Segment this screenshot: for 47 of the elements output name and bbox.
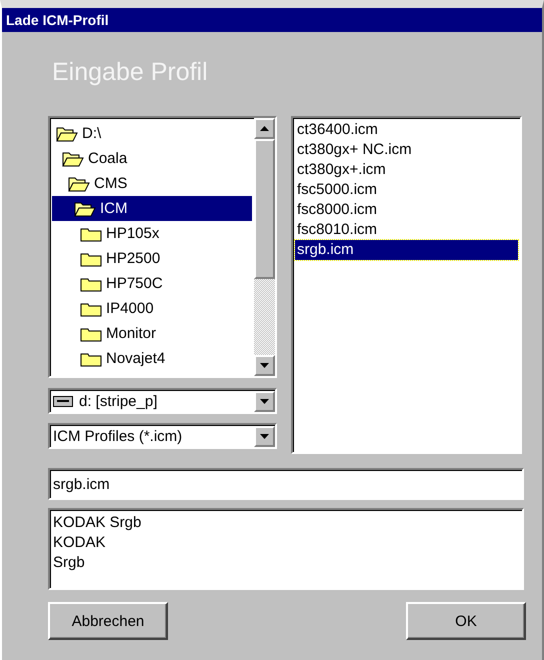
folder-item[interactable]: Coala [52,146,252,171]
folder-icon [80,276,102,292]
dropdown-button[interactable] [254,390,275,412]
folder-item[interactable]: Monitor [52,321,252,346]
folder-icon [80,300,102,316]
file-item[interactable]: fsc5000.icm [294,180,518,200]
open-folder-icon [68,176,90,192]
ok-button[interactable]: OK [406,602,526,640]
folder-icon [80,326,102,342]
scroll-down-button[interactable] [254,355,275,376]
file-item[interactable]: srgb.icm [294,240,518,260]
folder-item[interactable]: HP105x [52,221,252,246]
folder-item[interactable]: Novajet4 [52,346,252,371]
folder-item[interactable]: D:\ [52,121,252,146]
drive-dropdown[interactable]: d: [stripe_p] [48,388,277,414]
filter-dropdown[interactable]: ICM Profiles (*.icm) [48,423,277,449]
open-folder-icon [56,126,78,142]
folder-item[interactable]: HP750C [52,271,252,296]
scrollbar[interactable] [254,118,275,376]
folder-item[interactable]: ICM [52,196,252,221]
description-line: KODAK Srgb [53,513,142,533]
down-arrow-icon [260,363,269,368]
caret-icon [260,434,269,438]
folder-icon [80,226,102,242]
file-item[interactable]: fsc8010.icm [294,220,518,240]
folder-icon [80,350,102,366]
dropdown-button[interactable] [254,426,275,446]
cancel-button[interactable]: Abbrechen [48,602,168,640]
scroll-thumb[interactable] [254,139,275,279]
scroll-up-button[interactable] [254,118,275,139]
description-line: KODAK [53,533,107,553]
folder-item[interactable]: HP2500 [52,246,252,271]
description-line: Srgb [53,553,86,573]
file-item[interactable]: fsc8000.icm [294,200,518,220]
open-folder-icon [74,200,96,216]
file-item[interactable]: ct380gx+ NC.icm [294,140,518,160]
window-title: Lade ICM-Profil [2,8,542,32]
file-item[interactable]: ct380gx+.icm [294,160,518,180]
filename-field[interactable]: srgb.icm [48,468,524,500]
caret-icon [260,398,269,404]
folder-icon [80,250,102,266]
folder-item[interactable]: CMS [52,171,252,196]
up-arrow-icon [260,126,269,131]
folder-item[interactable]: IP4000 [52,296,252,321]
open-folder-icon [62,150,84,166]
drive-icon [53,396,73,406]
file-item[interactable]: ct36400.icm [294,120,518,140]
